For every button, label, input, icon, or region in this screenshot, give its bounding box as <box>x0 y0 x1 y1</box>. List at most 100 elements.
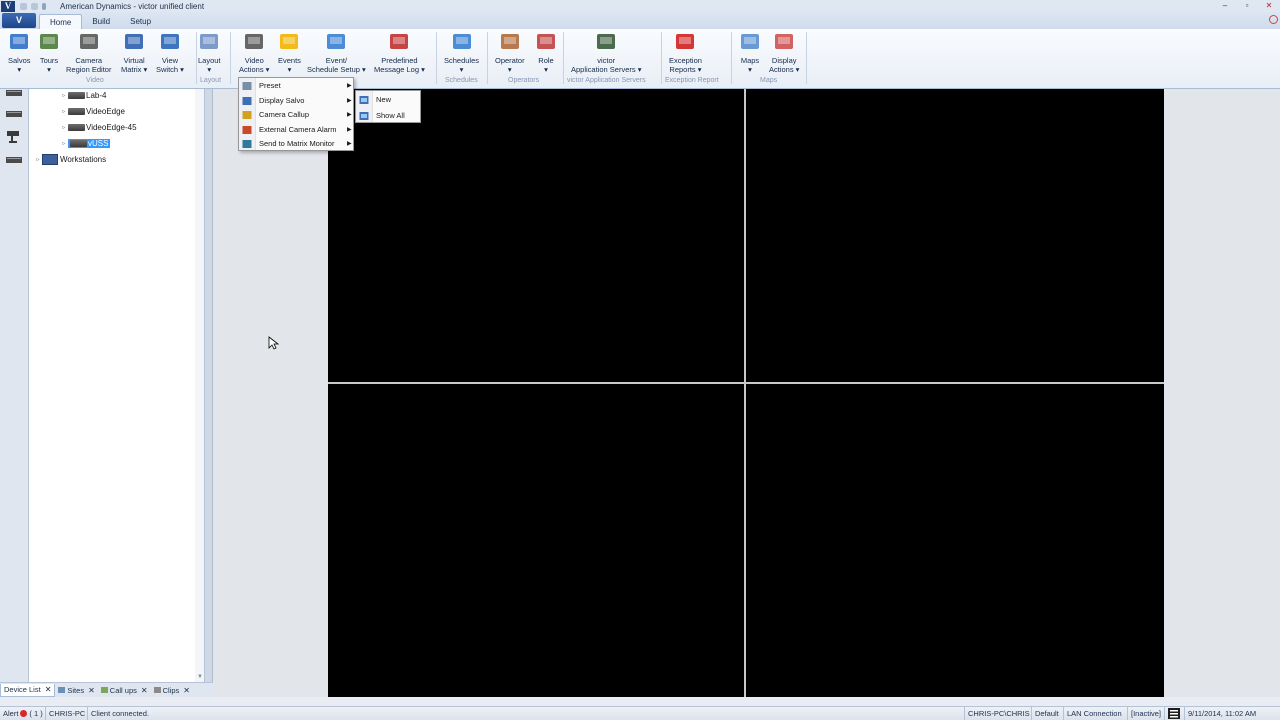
status-bar: Alert ( 1 ) CHRIS-PC Client connected. CH… <box>0 706 1280 720</box>
camera-region-button[interactable]: Camera Region Editor <box>66 31 111 74</box>
tab-device-list[interactable]: Device List ✕ <box>0 683 56 697</box>
tab-build[interactable]: Build <box>82 14 120 29</box>
camera-alarm-icon <box>242 125 252 134</box>
quick-access-dropdown-icon[interactable] <box>42 2 46 10</box>
video-tile[interactable] <box>746 384 1164 697</box>
scroll-down-icon[interactable]: ▼ <box>197 674 203 680</box>
help-icon[interactable] <box>1269 15 1278 24</box>
tree-node[interactable]: ▹ Workstations <box>34 153 106 165</box>
video-actions-button[interactable]: Video Actions ▾ <box>239 31 269 74</box>
tab-call-ups[interactable]: Call ups ✕ <box>98 684 151 697</box>
alert-count: ( 1 ) <box>29 709 43 718</box>
close-button[interactable]: ✕ <box>1258 0 1280 12</box>
salvos-button[interactable]: Salvos ▾ <box>8 31 31 74</box>
encoder-rail-icon[interactable] <box>5 153 23 167</box>
layout-button[interactable]: Layout ▾ <box>198 31 221 74</box>
operator-button[interactable]: Operator ▾ <box>495 31 525 74</box>
expand-icon[interactable]: ▹ <box>60 108 68 115</box>
group-label-video: Video <box>86 77 104 84</box>
tree-node-label: Workstations <box>60 154 107 164</box>
submenu-item[interactable]: Show All <box>356 109 420 123</box>
expand-icon[interactable]: ▹ <box>60 124 68 131</box>
submenu-arrow-icon: ▶ <box>347 97 352 104</box>
video-tile[interactable] <box>328 89 744 382</box>
tree-node[interactable]: ▹ VideoEdge <box>60 105 125 117</box>
tree-node[interactable]: ▹ Lab-4 <box>60 89 106 101</box>
role-button[interactable]: Role ▾ <box>535 31 557 74</box>
tree-node-label: vUSS <box>88 138 109 148</box>
button-label-secondary: ▾ <box>459 64 464 74</box>
tours-button[interactable]: Tours ▾ <box>38 31 60 74</box>
tree-scrollbar[interactable]: ▼ <box>195 89 204 682</box>
exception-report-icon <box>674 31 696 53</box>
close-icon[interactable]: ✕ <box>88 684 95 697</box>
recorder-rail-icon[interactable] <box>5 107 23 121</box>
group-label-exception-report: Exception Report <box>665 77 719 84</box>
video-tile[interactable] <box>328 384 744 697</box>
submenu-item[interactable]: New <box>356 93 420 107</box>
display-salvo-icon <box>242 96 252 105</box>
exception-reports-button[interactable]: Exception Reports ▾ <box>669 31 702 74</box>
tab-label: Device List <box>4 685 41 694</box>
alert-indicator[interactable]: Alert ( 1 ) <box>0 707 46 720</box>
tab-label: Sites <box>67 685 85 695</box>
menu-item[interactable]: Preset ▶ <box>239 79 353 93</box>
menu-item-label: Display Salvo <box>259 95 305 105</box>
maximize-button[interactable]: ▫ <box>1236 0 1258 12</box>
device-tree: ▹ Lab-4 ▹ VideoEdge ▹ VideoEdge-45 ▹ vUS… <box>29 89 205 682</box>
expand-icon[interactable]: ▹ <box>60 140 68 147</box>
app-servers-button[interactable]: victor Application Servers ▾ <box>571 31 641 74</box>
expand-icon[interactable]: ▹ <box>60 92 68 99</box>
video-tile[interactable] <box>746 89 1164 382</box>
device-icon <box>70 139 87 147</box>
tree-node-label: Lab-4 <box>86 90 107 100</box>
minimize-button[interactable]: – <box>1214 0 1236 12</box>
events-button[interactable]: Events ▾ <box>278 31 301 74</box>
clips-icon <box>153 687 161 693</box>
window-title: American Dynamics - victor unified clien… <box>60 1 205 11</box>
quick-access-undo-icon[interactable] <box>31 2 38 10</box>
role-users-icon <box>535 31 557 53</box>
message-log-icon <box>388 31 410 53</box>
expand-icon[interactable]: ▹ <box>34 156 42 163</box>
menu-item[interactable]: External Camera Alarm ▶ <box>239 123 353 137</box>
submenu-arrow-icon: ▶ <box>347 141 352 148</box>
maps-button[interactable]: Maps ▾ <box>739 31 761 74</box>
event-schedule-button[interactable]: Event/Schedule Setup ▾ <box>307 31 366 74</box>
virtual-matrix-button[interactable]: Virtual Matrix ▾ <box>121 31 147 74</box>
tab-sites[interactable]: Sites ✕ <box>55 684 97 697</box>
quick-access-save-icon[interactable] <box>20 2 27 10</box>
server-network-icon <box>595 31 617 53</box>
menu-item[interactable]: Display Salvo ▶ <box>239 94 353 108</box>
view-switch-button[interactable]: View Switch ▾ <box>156 31 184 74</box>
menu-item[interactable]: Send to Matrix Monitor ▶ <box>239 137 353 151</box>
close-icon[interactable]: ✕ <box>183 684 190 697</box>
menu-item[interactable]: Camera Callup ▶ <box>239 108 353 122</box>
display-actions-button[interactable]: Display Actions ▾ <box>769 31 799 74</box>
tab-label: Call ups <box>109 685 137 695</box>
close-icon[interactable]: ✕ <box>45 683 52 696</box>
tree-node[interactable]: ▹ vUSS <box>60 137 111 149</box>
schedules-button[interactable]: Schedules ▾ <box>444 31 479 74</box>
predefined-message-button[interactable]: Predefined Message Log ▾ <box>374 31 425 74</box>
display-salvo-submenu: New Show All <box>355 90 421 123</box>
tab-setup[interactable]: Setup <box>120 14 161 29</box>
tab-clips[interactable]: Clips ✕ <box>151 684 193 697</box>
close-icon[interactable]: ✕ <box>141 684 148 697</box>
button-label-secondary: Matrix ▾ <box>121 64 148 74</box>
panel-splitter[interactable] <box>205 89 213 682</box>
connection-status: Client connected. <box>91 709 149 718</box>
tree-node-selected[interactable]: vUSS <box>68 138 111 148</box>
date-time: 9/11/2014, 11:02 AM <box>1184 707 1280 720</box>
navigation-rail <box>0 89 29 682</box>
device-rail-icon[interactable] <box>5 86 23 100</box>
tree-node[interactable]: ▹ VideoEdge-45 <box>60 121 136 133</box>
button-label-secondary: ▾ <box>207 64 212 74</box>
tab-home[interactable]: Home <box>39 14 83 29</box>
ribbon-separator <box>487 32 488 84</box>
app-menu-button[interactable]: V <box>2 13 36 28</box>
button-label-secondary: Actions ▾ <box>769 64 800 74</box>
group-label-operators: Operators <box>508 77 540 84</box>
camera-rail-icon[interactable] <box>5 129 23 143</box>
profile-name: Default <box>1032 707 1064 720</box>
